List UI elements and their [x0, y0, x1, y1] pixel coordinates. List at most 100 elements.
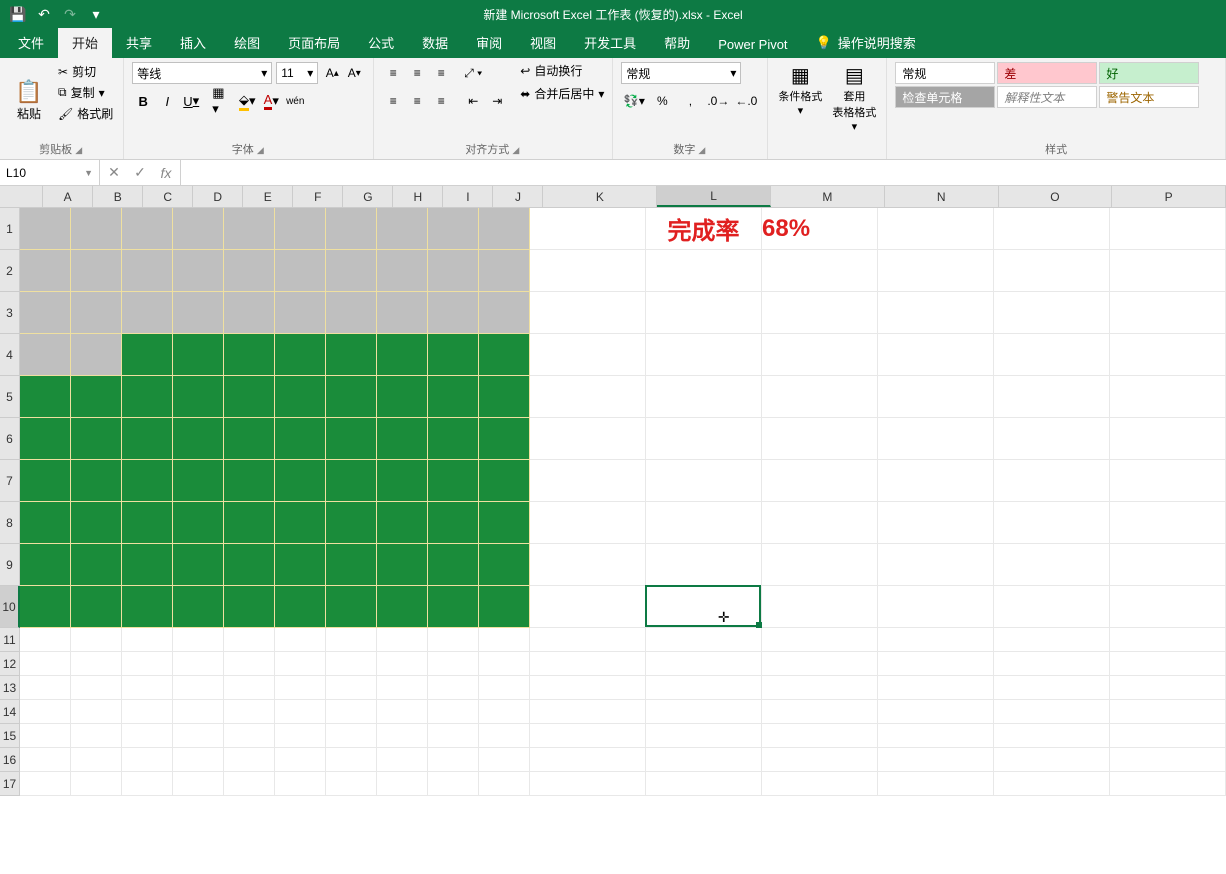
cell-O6[interactable]	[994, 418, 1110, 460]
cell-M2[interactable]	[762, 250, 878, 292]
cell-E13[interactable]	[224, 676, 275, 700]
cell-F3[interactable]	[275, 292, 326, 334]
cell-L15[interactable]	[646, 724, 762, 748]
cell-O5[interactable]	[994, 376, 1110, 418]
cell-O8[interactable]	[994, 502, 1110, 544]
conditional-format-button[interactable]: ▦ 条件格式▾	[776, 62, 824, 157]
cell-G6[interactable]	[326, 418, 377, 460]
tab-绘图[interactable]: 绘图	[220, 27, 274, 58]
cell-C7[interactable]	[122, 460, 173, 502]
cell-style-好[interactable]: 好	[1099, 62, 1199, 84]
cell-N8[interactable]	[878, 502, 994, 544]
cell-B1[interactable]	[71, 208, 122, 250]
cell-O16[interactable]	[994, 748, 1110, 772]
cell-L2[interactable]	[646, 250, 762, 292]
tab-Power Pivot[interactable]: Power Pivot	[704, 31, 801, 58]
row-header-13[interactable]: 13	[0, 676, 20, 700]
tab-帮助[interactable]: 帮助	[650, 27, 704, 58]
cell-N15[interactable]	[878, 724, 994, 748]
cell-M11[interactable]	[762, 628, 878, 652]
cell-P8[interactable]	[1110, 502, 1226, 544]
fx-button[interactable]: fx	[156, 165, 176, 181]
tab-开始[interactable]: 开始	[58, 27, 112, 58]
cell-J17[interactable]	[479, 772, 530, 796]
column-header-I[interactable]: I	[443, 186, 493, 207]
font-size-select[interactable]: 11▾	[276, 62, 318, 84]
cell-B16[interactable]	[71, 748, 122, 772]
cell-K8[interactable]	[530, 502, 646, 544]
enter-formula-button[interactable]: ✓	[130, 164, 150, 181]
cell-J9[interactable]	[479, 544, 530, 586]
cell-B6[interactable]	[71, 418, 122, 460]
cell-H11[interactable]	[377, 628, 428, 652]
cell-J16[interactable]	[479, 748, 530, 772]
cell-C12[interactable]	[122, 652, 173, 676]
cell-J15[interactable]	[479, 724, 530, 748]
cell-H5[interactable]	[377, 376, 428, 418]
cell-D16[interactable]	[173, 748, 224, 772]
row-header-11[interactable]: 11	[0, 628, 20, 652]
cell-L7[interactable]	[646, 460, 762, 502]
cell-E1[interactable]	[224, 208, 275, 250]
cell-I8[interactable]	[428, 502, 479, 544]
cell-D7[interactable]	[173, 460, 224, 502]
row-header-5[interactable]: 5	[0, 376, 20, 418]
cell-G13[interactable]	[326, 676, 377, 700]
cell-K9[interactable]	[530, 544, 646, 586]
cell-D12[interactable]	[173, 652, 224, 676]
cell-F1[interactable]	[275, 208, 326, 250]
cell-F11[interactable]	[275, 628, 326, 652]
cell-N1[interactable]	[878, 208, 994, 250]
cell-E6[interactable]	[224, 418, 275, 460]
cell-L3[interactable]	[646, 292, 762, 334]
row-header-15[interactable]: 15	[0, 724, 20, 748]
cell-E10[interactable]	[224, 586, 275, 628]
cell-A2[interactable]	[20, 250, 71, 292]
cell-C14[interactable]	[122, 700, 173, 724]
row-header-3[interactable]: 3	[0, 292, 20, 334]
cell-H14[interactable]	[377, 700, 428, 724]
cell-G4[interactable]	[326, 334, 377, 376]
cell-P2[interactable]	[1110, 250, 1226, 292]
cell-N7[interactable]	[878, 460, 994, 502]
accounting-format-button[interactable]: 💱▾	[621, 90, 647, 112]
cell-O1[interactable]	[994, 208, 1110, 250]
cell-B11[interactable]	[71, 628, 122, 652]
cell-A3[interactable]	[20, 292, 71, 334]
save-button[interactable]: 💾	[6, 2, 30, 26]
cell-I7[interactable]	[428, 460, 479, 502]
cell-O13[interactable]	[994, 676, 1110, 700]
copy-button[interactable]: ⧉复制 ▾	[56, 83, 115, 102]
cell-F5[interactable]	[275, 376, 326, 418]
cell-J11[interactable]	[479, 628, 530, 652]
cell-I11[interactable]	[428, 628, 479, 652]
cell-F9[interactable]	[275, 544, 326, 586]
cell-style-检查单元格[interactable]: 检查单元格	[895, 86, 995, 108]
cell-A11[interactable]	[20, 628, 71, 652]
cell-G14[interactable]	[326, 700, 377, 724]
cell-G17[interactable]	[326, 772, 377, 796]
cell-G9[interactable]	[326, 544, 377, 586]
cell-A4[interactable]	[20, 334, 71, 376]
cell-L13[interactable]	[646, 676, 762, 700]
cell-K7[interactable]	[530, 460, 646, 502]
cell-G15[interactable]	[326, 724, 377, 748]
cell-D11[interactable]	[173, 628, 224, 652]
cell-J12[interactable]	[479, 652, 530, 676]
cell-L8[interactable]	[646, 502, 762, 544]
align-top-button[interactable]: ≡	[382, 62, 404, 84]
cell-H12[interactable]	[377, 652, 428, 676]
grow-font-button[interactable]: A▴	[322, 63, 342, 83]
column-header-L[interactable]: L	[657, 186, 771, 207]
cell-M6[interactable]	[762, 418, 878, 460]
cell-N16[interactable]	[878, 748, 994, 772]
cell-P12[interactable]	[1110, 652, 1226, 676]
cell-I13[interactable]	[428, 676, 479, 700]
cell-I14[interactable]	[428, 700, 479, 724]
cell-G5[interactable]	[326, 376, 377, 418]
cell-O11[interactable]	[994, 628, 1110, 652]
cell-A5[interactable]	[20, 376, 71, 418]
cell-D13[interactable]	[173, 676, 224, 700]
decrease-indent-button[interactable]: ⇤	[462, 90, 484, 112]
cell-I6[interactable]	[428, 418, 479, 460]
